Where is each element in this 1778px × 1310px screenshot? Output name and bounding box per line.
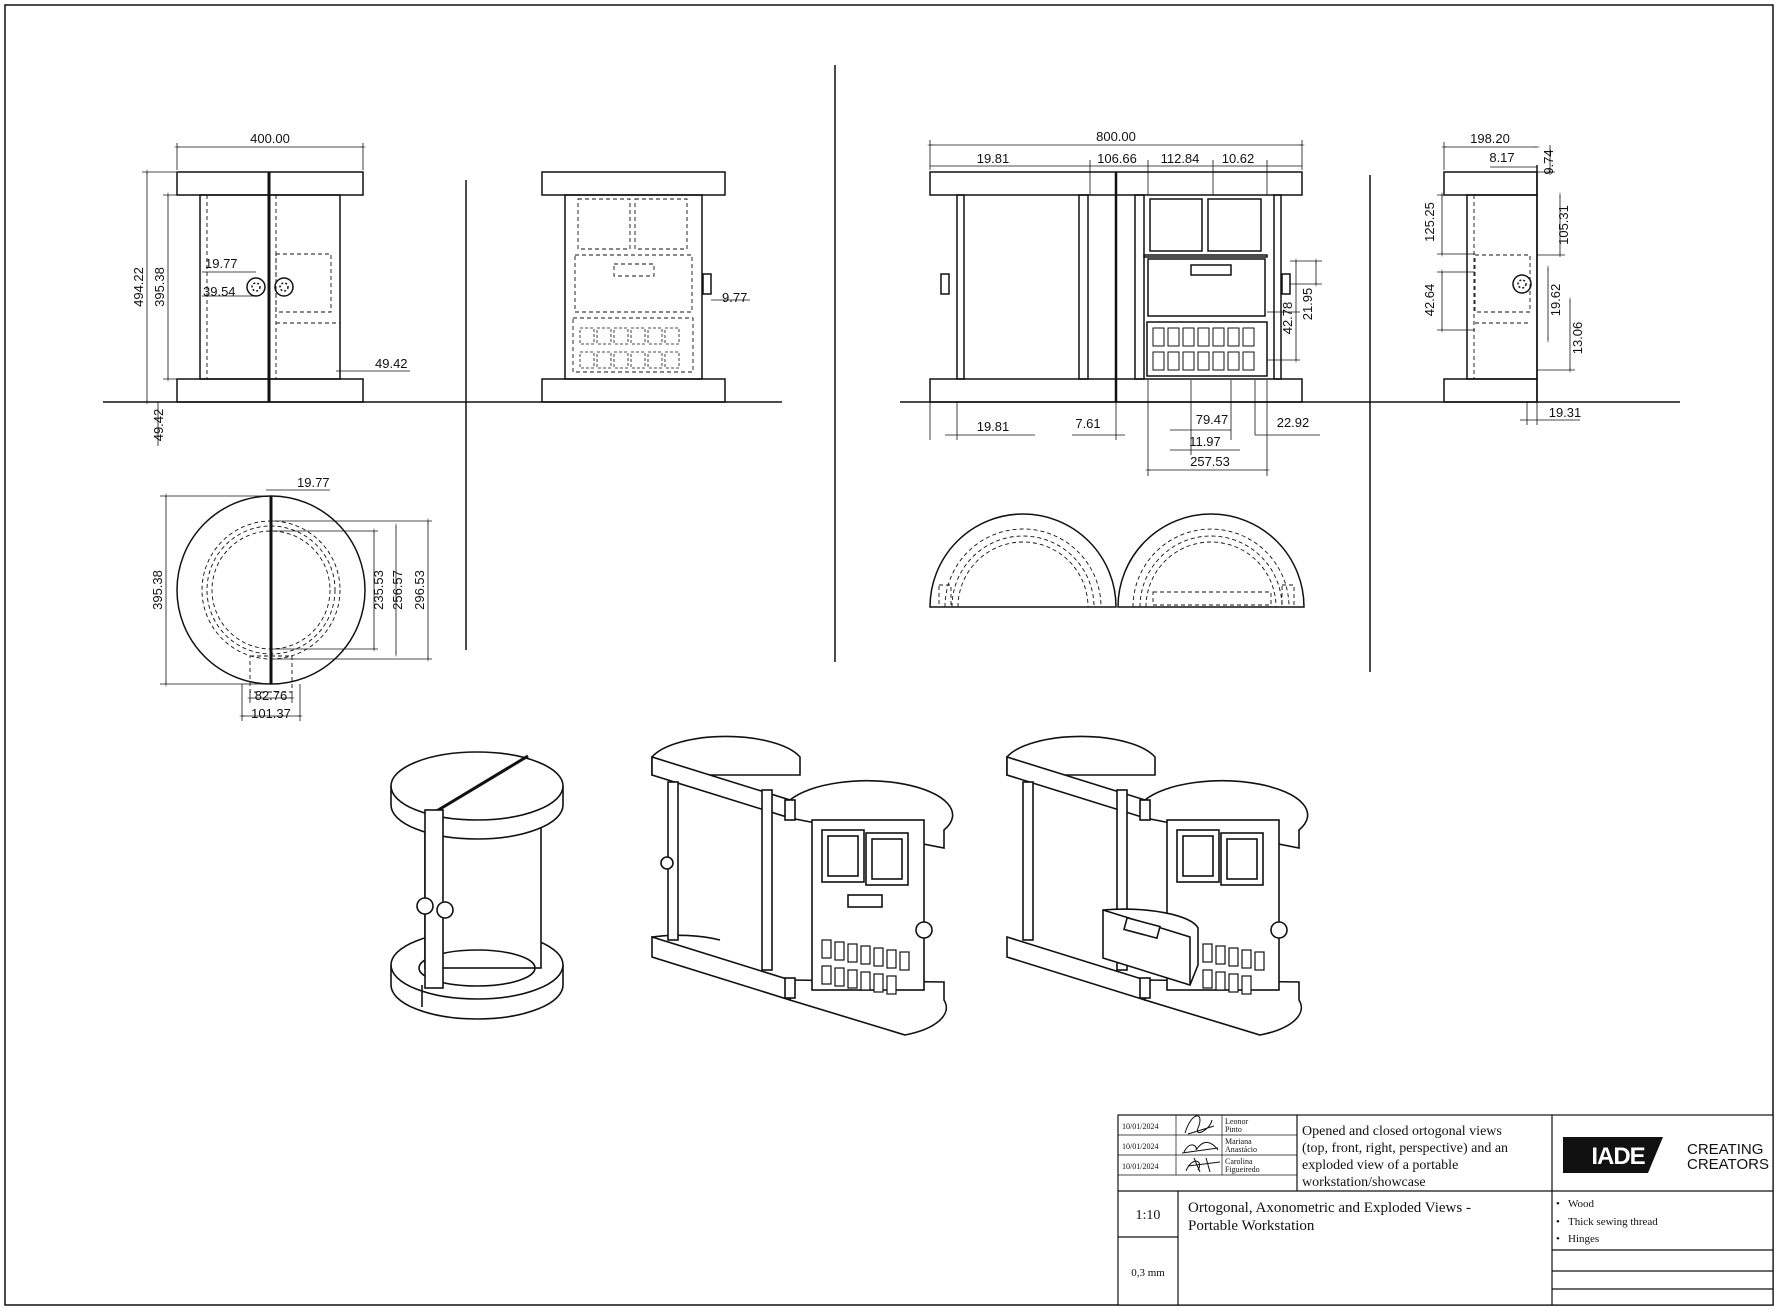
dim-800: 800.00 bbox=[1096, 129, 1136, 144]
material-bullet-1: • bbox=[1556, 1198, 1560, 1210]
dim-257-53: 257.53 bbox=[1190, 454, 1230, 469]
dim-19-62: 19.62 bbox=[1548, 284, 1563, 317]
dim-19-77: 19.77 bbox=[205, 256, 238, 271]
scale-value: 1:10 bbox=[1136, 1208, 1161, 1223]
dim-7-61: 7.61 bbox=[1075, 416, 1100, 431]
author-1-last: Pinto bbox=[1225, 1125, 1242, 1134]
dim-10-62: 10.62 bbox=[1222, 151, 1255, 166]
description-line-2: (top, front, right, perspective) and an bbox=[1302, 1141, 1508, 1156]
dim-13-06: 13.06 bbox=[1570, 322, 1585, 355]
dim-b-19-81: 19.81 bbox=[977, 419, 1010, 434]
material-3: Hinges bbox=[1568, 1233, 1599, 1245]
open-front-view bbox=[929, 171, 1303, 403]
perspective-closed bbox=[390, 751, 564, 1020]
material-bullet-3: • bbox=[1556, 1233, 1560, 1245]
author-2-last: Anastácio bbox=[1225, 1145, 1257, 1154]
dim-height-395: 395.38 bbox=[152, 267, 167, 307]
dim-19-31: 19.31 bbox=[1549, 405, 1582, 420]
dim-198-20: 198.20 bbox=[1470, 131, 1510, 146]
technical-drawing-sheet: 400.00 494.22 395.38 19.77 39.54 49.42 4… bbox=[4, 4, 1774, 1306]
material-2: Thick sewing thread bbox=[1568, 1216, 1658, 1228]
dim-125-25: 125.25 bbox=[1422, 202, 1437, 242]
dim-49-42-right: 49.42 bbox=[375, 356, 408, 371]
dim-235: 235.53 bbox=[371, 570, 386, 610]
dim-height-494: 494.22 bbox=[131, 267, 146, 307]
description-line-4: workstation/showcase bbox=[1302, 1175, 1426, 1190]
date-2: 10/01/2024 bbox=[1122, 1142, 1158, 1151]
dim-21-95: 21.95 bbox=[1300, 288, 1315, 321]
iade-logo: IADE CREATING CREATORS bbox=[1563, 1137, 1769, 1173]
dim-256: 256.57 bbox=[390, 570, 405, 610]
open-right-view bbox=[1443, 165, 1538, 403]
material-bullet-2: • bbox=[1556, 1216, 1560, 1228]
closed-top-view bbox=[176, 495, 366, 693]
perspective-open bbox=[651, 735, 954, 1036]
drawing-title-line-1: Ortogonal, Axonometric and Exploded View… bbox=[1188, 1200, 1471, 1216]
open-top-view bbox=[929, 513, 1305, 608]
dim-9-74: 9.74 bbox=[1541, 149, 1556, 174]
dim-9-77: 9.77 bbox=[722, 290, 747, 305]
date-3: 10/01/2024 bbox=[1122, 1162, 1158, 1171]
dim-101-37: 101.37 bbox=[251, 706, 291, 721]
perspective-exploded bbox=[1006, 735, 1309, 1036]
dim-49-42-left: 49.42 bbox=[151, 409, 166, 442]
closed-right-dimensions: 9.77 bbox=[711, 290, 750, 305]
author-3-last: Figueiredo bbox=[1225, 1165, 1260, 1174]
dim-105-31: 105.31 bbox=[1556, 205, 1571, 245]
dim-39-54: 39.54 bbox=[203, 284, 236, 299]
description-line-3: exploded view of a portable bbox=[1302, 1158, 1458, 1173]
line-weight-value: 0,3 mm bbox=[1131, 1267, 1165, 1279]
dim-106-66: 106.66 bbox=[1097, 151, 1137, 166]
description-line-1: Opened and closed ortogonal views bbox=[1302, 1124, 1502, 1139]
dim-t-19-81: 19.81 bbox=[977, 151, 1010, 166]
date-1: 10/01/2024 bbox=[1122, 1122, 1158, 1131]
dim-11-97: 11.97 bbox=[1189, 434, 1221, 449]
dim-22-92: 22.92 bbox=[1277, 415, 1310, 430]
dim-width-400: 400.00 bbox=[250, 131, 290, 146]
open-right-dimensions bbox=[1437, 142, 1580, 425]
dim-8-17: 8.17 bbox=[1489, 150, 1514, 165]
dim-42-78: 42.78 bbox=[1280, 302, 1295, 335]
tagline-line-2: CREATORS bbox=[1687, 1156, 1769, 1173]
dim-82-76: 82.76 bbox=[255, 688, 288, 703]
dim-top-19-77: 19.77 bbox=[297, 475, 330, 490]
dim-top-395: 395.38 bbox=[150, 570, 165, 610]
dim-112-84: 112.84 bbox=[1161, 151, 1200, 166]
closed-right-view bbox=[541, 171, 726, 403]
drawing-title-line-2: Portable Workstation bbox=[1188, 1218, 1315, 1234]
dim-79-47: 79.47 bbox=[1196, 412, 1229, 427]
dim-42-64: 42.64 bbox=[1422, 284, 1437, 317]
material-1: Wood bbox=[1568, 1198, 1595, 1210]
dim-296: 296.53 bbox=[412, 570, 427, 610]
open-right-dim-labels: 198.20 8.17 9.74 125.25 105.31 42.64 19.… bbox=[1422, 131, 1585, 420]
logo-text: IADE bbox=[1591, 1143, 1645, 1170]
